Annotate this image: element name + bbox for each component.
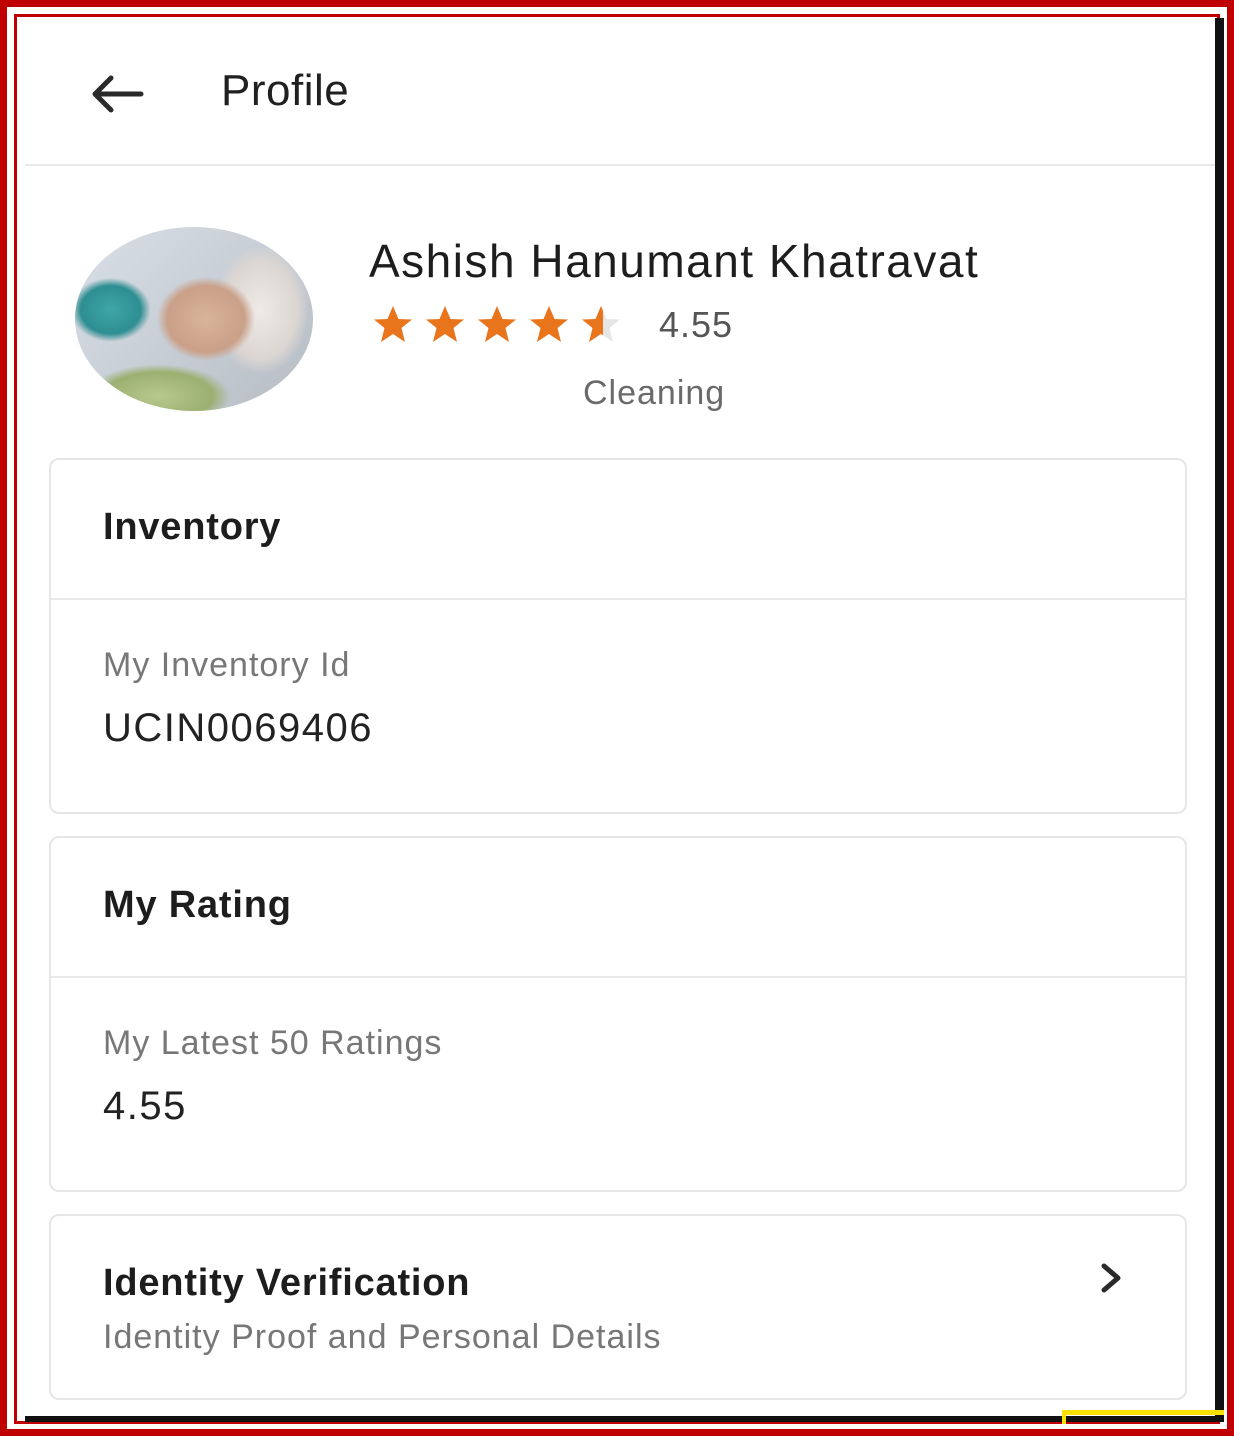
app-bar: Profile (25, 22, 1215, 166)
profile-screen: Profile Ashish Hanumant Khatravat 4.55 C… (25, 22, 1215, 1416)
star-icon (530, 306, 568, 342)
service-category: Cleaning (583, 374, 726, 412)
chevron-right-icon (1101, 1263, 1121, 1293)
star-icon (478, 306, 516, 342)
inventory-id-label: My Inventory Id (103, 646, 351, 684)
identity-verification-subtitle: Identity Proof and Personal Details (103, 1318, 662, 1356)
identity-verification-item[interactable]: Identity Verification Identity Proof and… (49, 1214, 1187, 1400)
star-icon (426, 306, 464, 342)
corner-marker-vertical (1062, 1410, 1066, 1424)
inventory-card-header: Inventory (51, 460, 1185, 600)
corner-marker (1062, 1410, 1224, 1415)
frame-shadow-right (1215, 18, 1224, 1416)
user-name: Ashish Hanumant Khatravat (369, 235, 980, 287)
latest-ratings-label: My Latest 50 Ratings (103, 1024, 443, 1062)
inventory-card-body: My Inventory Id UCIN0069406 (51, 600, 1185, 814)
star-icon (374, 306, 412, 342)
my-rating-title: My Rating (103, 884, 292, 926)
star-rating (369, 304, 625, 344)
half-star-icon (582, 306, 620, 342)
avatar (75, 227, 313, 411)
inventory-card: Inventory My Inventory Id UCIN0069406 (49, 458, 1187, 814)
my-rating-card-body: My Latest 50 Ratings 4.55 (51, 978, 1185, 1192)
page-title: Profile (221, 66, 350, 115)
my-rating-card: My Rating My Latest 50 Ratings 4.55 (49, 836, 1187, 1192)
rating-value: 4.55 (659, 304, 734, 345)
inventory-id-value: UCIN0069406 (103, 706, 373, 750)
inventory-title: Inventory (103, 506, 282, 548)
latest-ratings-value: 4.55 (103, 1084, 187, 1128)
identity-verification-title: Identity Verification (103, 1262, 471, 1304)
my-rating-card-header: My Rating (51, 838, 1185, 978)
arrow-left-icon[interactable] (87, 72, 145, 116)
